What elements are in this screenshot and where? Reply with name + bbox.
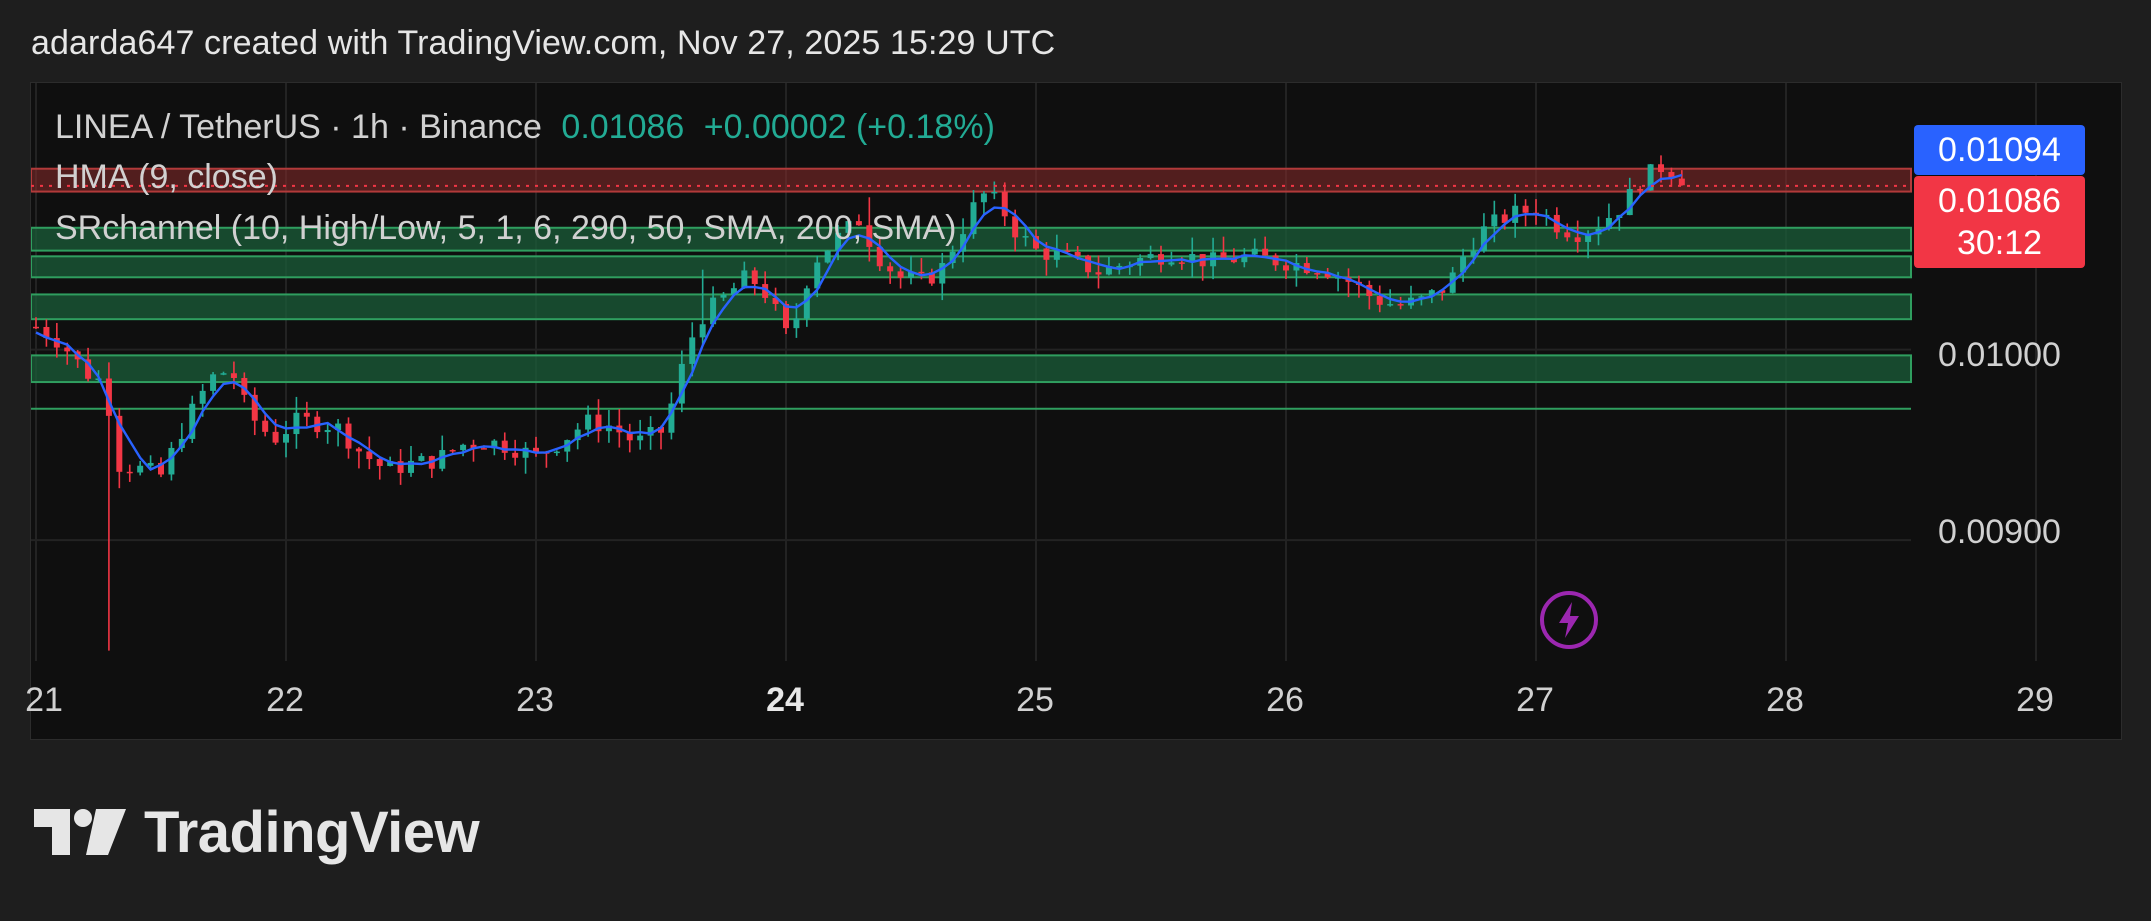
tradingview-logo[interactable]: TradingView: [34, 799, 480, 865]
legend-srchannel[interactable]: SRchannel (10, High/Low, 5, 1, 6, 290, 5…: [55, 209, 957, 248]
candle-body: [1178, 262, 1185, 264]
candle-body: [1376, 296, 1383, 305]
chart-caption: adarda647 created with TradingView.com, …: [31, 24, 1056, 62]
candle-body: [1022, 236, 1029, 238]
legend-symbol[interactable]: LINEA / TetherUS · 1h · Binance 0.01086 …: [55, 108, 995, 147]
candle-body: [33, 326, 39, 329]
sr-label: SRchannel (10, High/Low, 5, 1, 6, 290, 5…: [55, 209, 957, 247]
x-tick-label: 27: [1516, 681, 1554, 719]
x-tick-label: 22: [266, 681, 304, 719]
candle-body: [553, 451, 560, 454]
price-tag-last: 0.01086 30:12: [1914, 176, 2085, 268]
candle-body: [1522, 205, 1529, 213]
sr-support-zone: [31, 293, 1912, 321]
candle-body: [720, 294, 727, 298]
candle-body: [199, 390, 206, 404]
candle-body: [1168, 262, 1175, 265]
candle-body: [283, 434, 289, 443]
candle-body: [460, 444, 467, 451]
candle-body: [501, 440, 508, 453]
candle-body: [751, 270, 758, 285]
candle-body: [293, 412, 300, 435]
candle-body: [303, 412, 310, 417]
x-tick-label: 24: [766, 681, 804, 719]
candle-body: [918, 271, 925, 274]
candle-body: [1074, 251, 1081, 256]
y-tick-label: 0.00900: [1938, 513, 2061, 551]
candle-body: [1564, 232, 1571, 238]
candle-body: [699, 324, 706, 338]
candle-body: [1397, 304, 1404, 306]
candle-body: [793, 318, 800, 329]
candle-body: [126, 471, 133, 474]
chart-frame[interactable]: [30, 82, 2122, 740]
candle-body: [897, 271, 904, 278]
legend-hma[interactable]: HMA (9, close): [55, 158, 278, 197]
logo-text: TradingView: [144, 799, 480, 865]
candle-body: [210, 374, 217, 391]
x-tick-label: 25: [1016, 681, 1054, 719]
candle-body: [418, 456, 425, 461]
candle-body: [1574, 237, 1581, 242]
candle-body: [1314, 273, 1321, 275]
candle-body: [637, 435, 644, 441]
candle-body: [741, 270, 748, 289]
candle-body: [220, 373, 227, 375]
candle-body: [1043, 248, 1050, 260]
candle-body: [1387, 304, 1394, 306]
x-tick-label: 28: [1766, 681, 1804, 719]
candle-body: [324, 430, 331, 433]
candle-body: [262, 420, 269, 432]
candle-body: [1283, 265, 1289, 271]
candle-body: [1001, 191, 1008, 217]
candle-body: [1678, 178, 1685, 186]
candle-body: [991, 191, 998, 194]
candle-body: [1512, 205, 1519, 223]
candle-body: [1095, 272, 1102, 275]
candle-body: [355, 448, 362, 452]
candle-body: [980, 193, 987, 203]
candle-body: [1262, 248, 1269, 256]
candle-body: [137, 465, 144, 473]
chart-plot[interactable]: [31, 83, 2123, 741]
candle-body: [1012, 216, 1019, 238]
candle-body: [1085, 255, 1092, 273]
candle-body: [1147, 254, 1154, 258]
candle-body: [168, 447, 175, 475]
candle-body: [449, 450, 456, 452]
candle-body: [1158, 254, 1164, 265]
candle-body: [803, 288, 810, 319]
legend-last-price: 0.01086: [561, 108, 685, 146]
price-tag-last-value: 0.01086: [1938, 182, 2061, 220]
sr-support-zone: [31, 255, 1912, 279]
lightning-icon[interactable]: [1538, 589, 1600, 651]
candle-body: [272, 431, 279, 443]
x-tick-label: 26: [1266, 681, 1304, 719]
candle-body: [689, 337, 696, 364]
candle-body: [1251, 248, 1258, 255]
price-tag-countdown: 30:12: [1956, 224, 2043, 262]
x-tick-label: 23: [516, 681, 554, 719]
tradingview-logo-icon: [34, 809, 126, 855]
price-tag-high: 0.01094: [1914, 125, 2085, 175]
candle-body: [585, 414, 592, 430]
candle-body: [512, 452, 519, 458]
candle-body: [376, 459, 383, 466]
candle-body: [1491, 214, 1498, 227]
x-tick-label: 21: [25, 681, 63, 719]
symbol-label: LINEA / TetherUS · 1h · Binance: [55, 108, 542, 146]
sr-support-zone: [31, 354, 1912, 384]
candle-body: [480, 448, 487, 450]
candle-body: [887, 266, 894, 272]
legend-change: +0.00002 (+0.18%): [703, 108, 995, 146]
candle-body: [824, 250, 831, 263]
candle-body: [1053, 250, 1060, 260]
x-tick-label: 29: [2016, 681, 2054, 719]
candle-body: [1658, 164, 1664, 173]
hma-label: HMA (9, close): [55, 158, 278, 196]
y-tick-label: 0.01000: [1938, 336, 2061, 374]
candle-body: [1637, 189, 1644, 191]
candle-body: [230, 373, 237, 379]
